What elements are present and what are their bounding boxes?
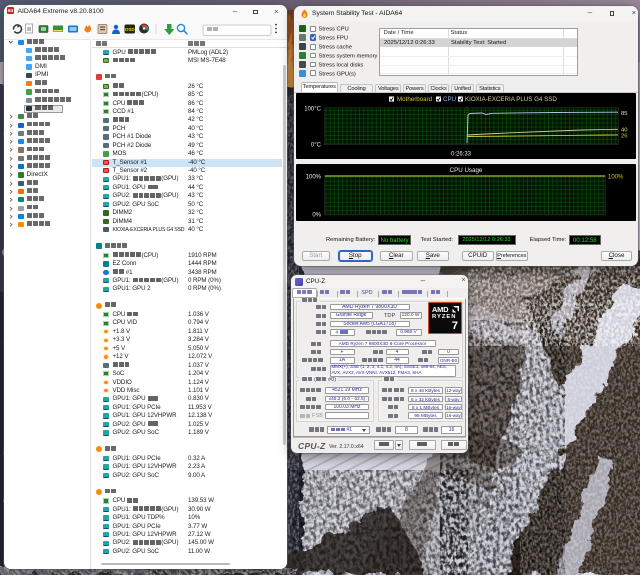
svg-text:100°C: 100°C [304, 106, 321, 112]
svg-text:CPU: CPU [443, 96, 456, 103]
svg-text:KIOXIA-EXCERIA PLUS G4 SSD: KIOXIA-EXCERIA PLUS G4 SSD [465, 96, 557, 103]
svg-text:0:26:33: 0:26:33 [451, 151, 472, 157]
svg-text:0%: 0% [312, 212, 321, 218]
svg-text:Motherboard: Motherboard [397, 96, 433, 103]
svg-text:85: 85 [621, 111, 627, 117]
svg-text:CPU Usage: CPU Usage [450, 167, 483, 174]
svg-text:100%: 100% [608, 174, 624, 180]
svg-text:100%: 100% [306, 174, 322, 180]
svg-text:26: 26 [621, 133, 627, 139]
svg-text:0°C: 0°C [311, 142, 322, 148]
svg-text:OSD: OSD [125, 27, 136, 32]
